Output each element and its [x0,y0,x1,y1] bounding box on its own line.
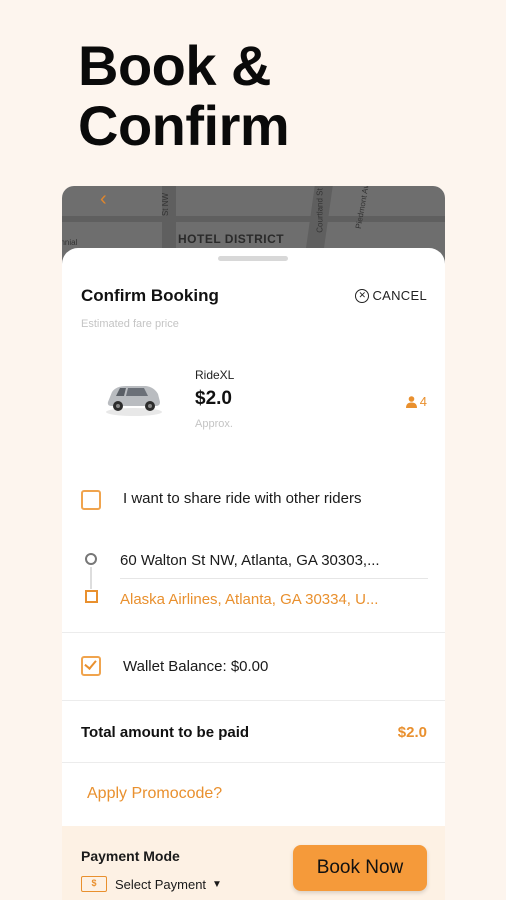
sheet-drag-handle[interactable] [218,256,288,261]
page-headline: Book & Confirm [78,34,290,157]
ride-approx-label: Approx. [195,418,233,430]
cancel-label: CANCEL [372,288,427,303]
headline-line-1: Book & [78,34,272,97]
route-connector [90,567,92,589]
divider [62,700,445,701]
divider [62,632,445,633]
payment-footer: Payment Mode $ Select Payment ▼ Book Now [62,826,445,900]
share-ride-checkbox[interactable] [81,490,101,510]
fare-subtitle: Estimated fare price [81,318,179,330]
seat-capacity: 4 [405,394,427,409]
street-label: Piedmont Ave [353,186,372,230]
street-label: ennial [62,238,78,247]
dropoff-square-icon [85,590,98,603]
wallet-balance-label: Wallet Balance: $0.00 [123,658,269,675]
cash-icon: $ [81,876,107,892]
chevron-down-icon: ▼ [212,878,222,890]
apply-promocode-link[interactable]: Apply Promocode? [87,785,222,803]
street-label: Courtland St [315,188,325,233]
close-circle-icon: ✕ [355,288,370,303]
map-road [62,216,445,222]
route-divider [120,578,428,579]
map-district-label: HOTEL DISTRICT [178,232,285,246]
book-now-button[interactable]: Book Now [293,845,427,891]
pickup-address[interactable]: 60 Walton St NW, Atlanta, GA 30303,... [120,552,428,569]
street-label: St NW [161,192,171,217]
ride-price: $2.0 [195,388,232,409]
checkmark-icon [84,657,97,670]
payment-mode-label: Payment Mode [81,848,180,864]
headline-line-2: Confirm [78,94,290,157]
divider [62,762,445,763]
share-ride-label: I want to share ride with other riders [123,490,362,507]
wallet-checkbox[interactable] [81,656,101,676]
total-amount-label: Total amount to be paid [81,724,250,741]
booking-sheet: Confirm Booking ✕ CANCEL Estimated fare … [62,248,445,900]
pickup-dot-icon [85,553,97,565]
phone-screen: ‹ St NW Courtland St Piedmont Ave ennial… [62,186,445,900]
back-arrow-icon[interactable]: ‹ [100,188,107,211]
person-icon [405,395,417,408]
seat-count: 4 [419,394,427,409]
car-icon [106,386,162,416]
total-amount-value: $2.0 [397,724,427,741]
select-payment-dropdown[interactable]: $ Select Payment ▼ [81,876,222,892]
ride-name: RideXL [195,368,235,382]
cancel-button[interactable]: ✕ CANCEL [355,288,427,303]
sheet-title: Confirm Booking [81,286,219,305]
dropoff-address[interactable]: Alaska Airlines, Atlanta, GA 30334, U... [120,591,422,608]
select-payment-label: Select Payment [115,876,207,892]
